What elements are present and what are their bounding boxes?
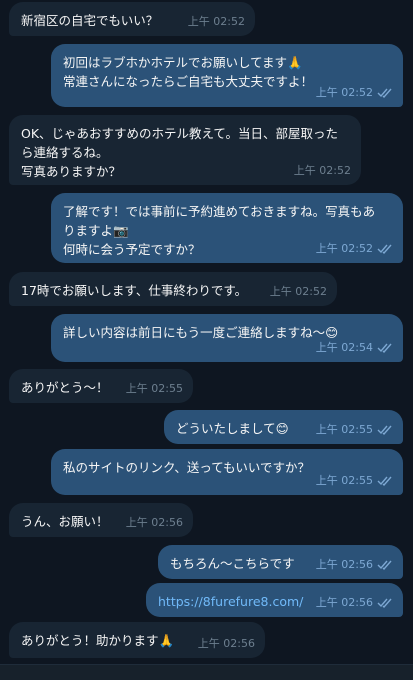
double-check-icon xyxy=(377,560,392,570)
double-check-icon xyxy=(377,244,392,254)
double-check-icon xyxy=(377,598,392,608)
message-bubble-outgoing[interactable]: 私のサイトのリンク、送ってもいいですか？ 上午 02:55 xyxy=(51,449,403,495)
double-check-icon xyxy=(377,88,392,98)
message-time: 上午 02:52 xyxy=(315,86,373,99)
message-bubble-incoming[interactable]: OK、じゃあおすすめのホテル教えて。当日、部屋取った ら連絡するね。 写真ありま… xyxy=(9,115,361,185)
message-bubble-outgoing[interactable]: もちろん～こちらです 上午 02:56 xyxy=(158,545,403,579)
message-bubble-incoming[interactable]: 17時でお願いします、仕事終わりです。 上午 02:52 xyxy=(9,272,337,306)
message-time: 上午 02:56 xyxy=(197,637,255,650)
message-time: 上午 02:52 xyxy=(293,164,351,177)
message-time: 上午 02:52 xyxy=(269,285,327,298)
double-check-icon xyxy=(377,343,392,353)
message-bubble-incoming[interactable]: ありがとう！助かります🙏 上午 02:56 xyxy=(9,622,265,658)
message-time: 上午 02:54 xyxy=(315,341,373,354)
double-check-icon xyxy=(377,476,392,486)
message-time: 上午 02:55 xyxy=(315,423,373,436)
message-time: 上午 02:56 xyxy=(315,558,373,571)
message-bubble-outgoing[interactable]: https://8furefure8.com/ 上午 02:56 xyxy=(146,583,403,617)
message-time: 上午 02:52 xyxy=(315,242,373,255)
message-bubble-outgoing[interactable]: 詳しい内容は前日にもう一度ご連絡しますね～😊 上午 02:54 xyxy=(51,314,403,362)
message-time: 上午 02:52 xyxy=(187,15,245,28)
message-time: 上午 02:56 xyxy=(125,516,183,529)
message-bubble-outgoing[interactable]: 了解です！では事前に予約進めておきますね。写真もあ りますよ📷 何時に会う予定で… xyxy=(51,193,403,263)
message-bubble-incoming[interactable]: 新宿区の自宅でもいい？ 上午 02:52 xyxy=(9,2,255,36)
message-bubble-outgoing[interactable]: 初回はラブホかホテルでお願いしてます🙏 常連さんになったらご自宅も大丈夫ですよ！… xyxy=(51,44,403,107)
message-time: 上午 02:55 xyxy=(315,474,373,487)
message-time: 上午 02:55 xyxy=(125,382,183,395)
message-composer-bar[interactable] xyxy=(0,664,413,680)
message-bubble-incoming[interactable]: ありがとう～！ 上午 02:55 xyxy=(9,369,193,403)
message-bubble-outgoing[interactable]: どういたしまして😊 上午 02:55 xyxy=(164,410,403,444)
message-time: 上午 02:56 xyxy=(315,596,373,609)
message-bubble-incoming[interactable]: うん、お願い！ 上午 02:56 xyxy=(9,503,193,537)
chat-history[interactable]: 新宿区の自宅でもいい？ 上午 02:52 初回はラブホかホテルでお願いしてます🙏… xyxy=(0,0,413,680)
double-check-icon xyxy=(377,425,392,435)
